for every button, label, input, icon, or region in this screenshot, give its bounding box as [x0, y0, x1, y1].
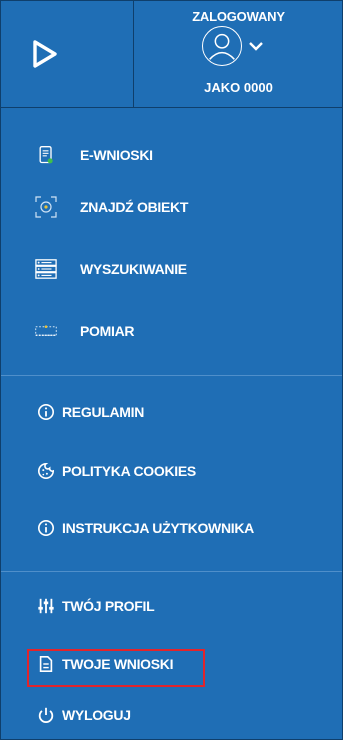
menu-item-wyszukiwanie[interactable]: WYSZUKIWANIE [1, 249, 342, 289]
search-list-icon [34, 257, 58, 281]
play-logo-icon [32, 40, 57, 68]
avatar[interactable] [202, 26, 242, 66]
menu-item-label: REGULAMIN [62, 404, 145, 420]
find-object-icon [34, 195, 58, 219]
menu-item-label: POMIAR [80, 323, 135, 339]
logged-in-label: ZALOGOWANY [192, 9, 285, 24]
cookie-icon [36, 459, 56, 483]
menu-item-label: E-WNIOSKI [80, 147, 153, 163]
menu-item-polityka-cookies[interactable]: POLITYKA COOKIES [1, 451, 342, 491]
menu-item-label: POLITYKA COOKIES [62, 463, 196, 479]
menu-item-znajdz-obiekt[interactable]: ZNAJDŹ OBIEKT [1, 187, 342, 227]
sidebar-header: ZALOGOWANY JAKO 0000 [1, 0, 343, 108]
menu-item-instrukcja[interactable]: INSTRUKCJA UŻYTKOWNIKA [1, 508, 342, 548]
menu-item-wyloguj[interactable]: WYLOGUJ [1, 695, 342, 735]
power-icon [36, 703, 56, 727]
user-icon [209, 33, 235, 60]
user-menu[interactable]: ZALOGOWANY JAKO 0000 [133, 0, 343, 108]
document-list-icon [34, 143, 58, 167]
user-name: JAKO 0000 [204, 80, 273, 95]
menu-item-label: ZNAJDŹ OBIEKT [80, 199, 189, 215]
sliders-icon [36, 594, 56, 618]
selection-highlight [27, 649, 205, 687]
info-icon [36, 400, 56, 424]
menu-item-label: TWÓJ PROFIL [62, 598, 155, 614]
menu-item-e-wnioski[interactable]: E-WNIOSKI [1, 135, 342, 175]
menu-item-twoj-profil[interactable]: TWÓJ PROFIL [1, 586, 342, 626]
menu-item-label: INSTRUKCJA UŻYTKOWNIKA [62, 520, 254, 536]
divider [1, 571, 342, 572]
menu-item-label: WYSZUKIWANIE [80, 261, 187, 277]
chevron-down-icon[interactable] [248, 40, 264, 52]
info-icon [36, 516, 56, 540]
menu-item-regulamin[interactable]: REGULAMIN [1, 392, 342, 432]
menu-item-label: WYLOGUJ [62, 707, 131, 723]
menu-item-pomiar[interactable]: POMIAR [1, 311, 342, 351]
measure-icon [34, 319, 58, 343]
app-logo[interactable] [1, 1, 132, 107]
divider [1, 375, 342, 376]
